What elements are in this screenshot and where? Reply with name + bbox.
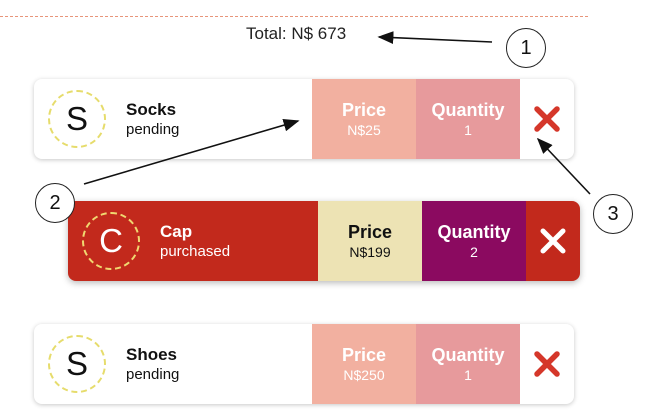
arrow-to-price xyxy=(83,118,300,185)
annotation-arrows xyxy=(83,31,591,195)
arrow-to-remove xyxy=(536,137,591,195)
callout-2: 2 xyxy=(35,183,75,223)
arrow-to-total xyxy=(377,31,493,45)
callout-1: 1 xyxy=(506,28,546,68)
callout-3: 3 xyxy=(593,194,633,234)
